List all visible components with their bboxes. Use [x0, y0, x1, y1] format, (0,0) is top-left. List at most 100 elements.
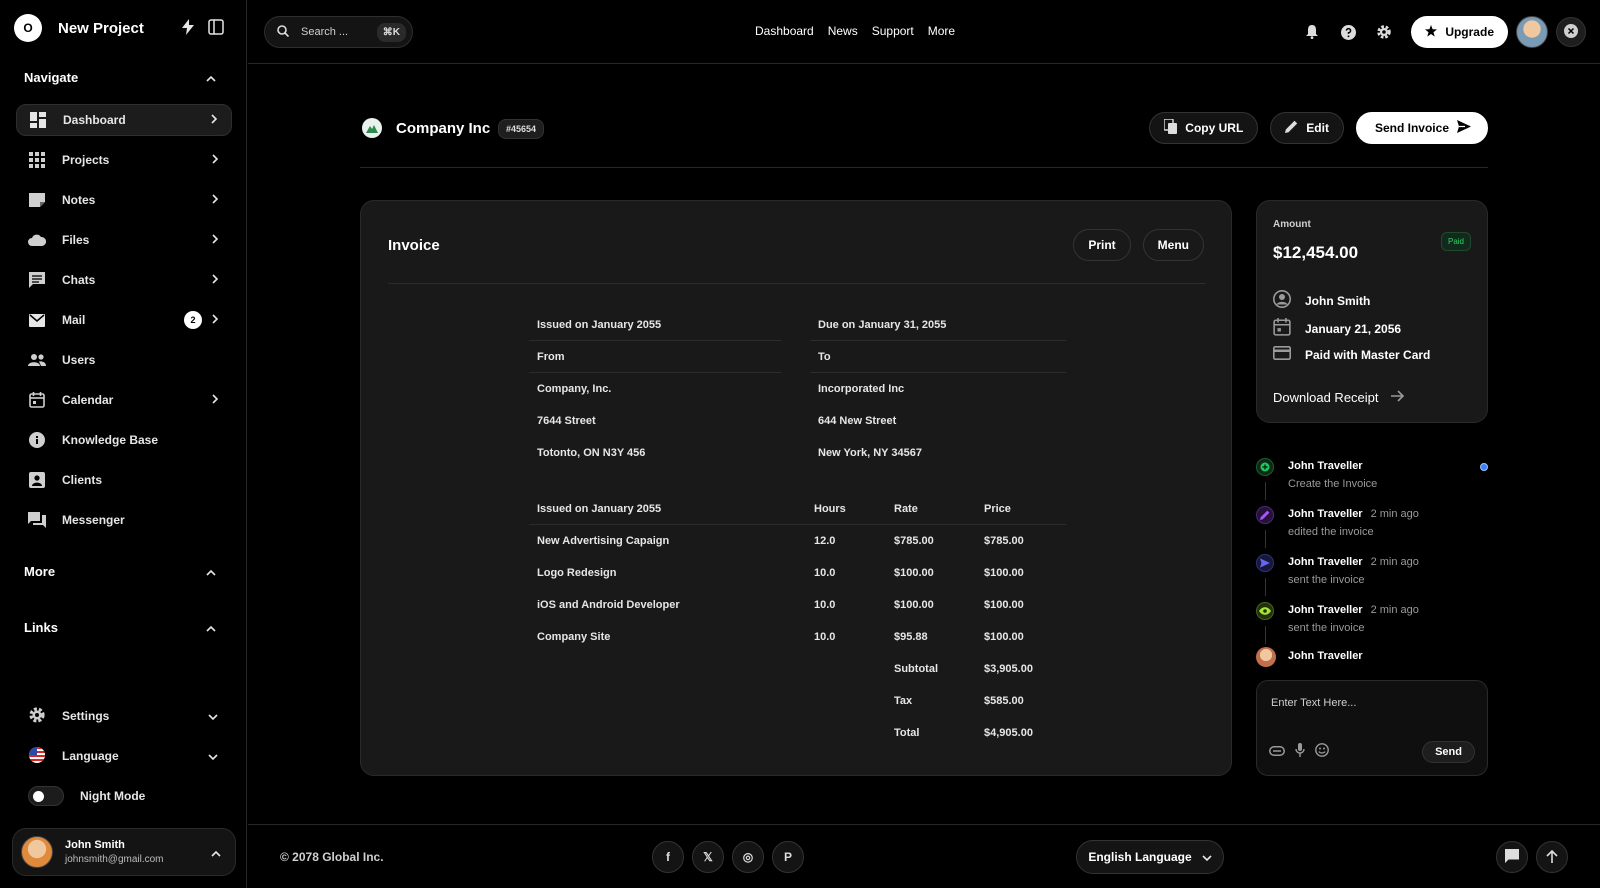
payer-row: John Smith [1273, 290, 1370, 311]
calendar-icon [1273, 318, 1291, 339]
language-menu[interactable]: Language [28, 744, 218, 768]
more-label: More [24, 564, 56, 579]
instagram-icon[interactable]: ◎ [732, 841, 764, 873]
copy-url-label: Copy URL [1185, 121, 1244, 135]
row-rate: $785.00 [894, 535, 934, 547]
brand: O New Project [14, 14, 224, 42]
print-button[interactable]: Print [1073, 229, 1131, 261]
comment-input[interactable] [1271, 697, 1471, 709]
chevron-right-icon [212, 193, 219, 207]
search-shortcut: ⌘K [376, 22, 406, 42]
divider [810, 340, 1066, 341]
pinterest-icon[interactable]: P [772, 841, 804, 873]
arrow-right-icon [1390, 390, 1405, 405]
invoice-title: Invoice [388, 237, 440, 254]
top-nav-more[interactable]: More [928, 24, 955, 38]
row-hours: 12.0 [814, 535, 836, 547]
avatar[interactable] [1516, 16, 1548, 48]
more-section-header[interactable]: More [24, 564, 216, 579]
activity-item: John Traveller 2 min ago edited the invoi… [1256, 506, 1488, 548]
chevron-up-icon [206, 70, 216, 85]
language-select[interactable]: English Language [1076, 840, 1224, 874]
status-badge: Paid [1440, 232, 1471, 251]
sidebar-item-chats[interactable]: Chats [16, 264, 232, 296]
gear-icon [28, 706, 46, 727]
sidebar-toggle-icon[interactable] [208, 18, 224, 38]
amount-card: Amount $12,454.00 Paid John Smith Januar… [1256, 200, 1488, 423]
scroll-top-button[interactable] [1536, 841, 1568, 873]
send-invoice-button[interactable]: Send Invoice [1355, 112, 1488, 144]
emoji-icon[interactable] [1315, 743, 1329, 760]
bell-icon[interactable] [1301, 21, 1323, 43]
sidebar-item-clients[interactable]: Clients [16, 464, 232, 496]
menu-button[interactable]: Menu [1142, 229, 1204, 261]
attachment-icon[interactable] [1269, 744, 1285, 759]
row-item: Company Site [537, 631, 611, 643]
copyright: © 2078 Global Inc. [280, 850, 384, 864]
activity-item: John Traveller [1256, 647, 1488, 670]
search-box[interactable]: Search ... ⌘K [264, 16, 413, 48]
top-nav-dashboard[interactable]: Dashboard [755, 24, 814, 38]
user-profile-card[interactable]: John Smith johnsmith@gmail.com [12, 828, 236, 876]
night-mode-row: Night Mode [28, 784, 218, 808]
comment-composer: Send [1256, 680, 1488, 776]
chevron-right-icon [212, 393, 219, 407]
top-nav-support[interactable]: Support [872, 24, 914, 38]
search-icon [277, 24, 290, 40]
sidebar-item-messenger[interactable]: Messenger [16, 504, 232, 536]
links-section-header[interactable]: Links [24, 620, 216, 635]
column-header-rate: Rate [894, 503, 918, 515]
sidebar-item-users[interactable]: Users [16, 344, 232, 376]
sidebar-item-files[interactable]: Files [16, 224, 232, 256]
gear-icon[interactable] [1373, 21, 1395, 43]
avatar [1256, 647, 1276, 667]
sidebar-item-label: Users [62, 353, 96, 367]
arrow-up-icon [1546, 849, 1558, 866]
x-twitter-icon[interactable]: 𝕏 [692, 841, 724, 873]
chat-button[interactable] [1496, 841, 1528, 873]
help-icon[interactable] [1337, 21, 1359, 43]
send-comment-button[interactable]: Send [1422, 741, 1475, 763]
unread-dot [1480, 463, 1488, 471]
settings-label: Settings [62, 709, 110, 723]
sidebar-item-label: Files [62, 233, 90, 247]
upgrade-label: Upgrade [1445, 25, 1494, 39]
sidebar-item-projects[interactable]: Projects [16, 144, 232, 176]
night-mode-label: Night Mode [80, 789, 146, 803]
topbar: Search ... ⌘K Dashboard News Support Mor… [248, 0, 1600, 64]
mail-icon [28, 311, 46, 329]
chevron-up-icon [206, 620, 216, 635]
top-nav-news[interactable]: News [828, 24, 858, 38]
row-rate: $95.88 [894, 631, 928, 643]
sidebar-item-mail[interactable]: Mail 2 [16, 304, 232, 336]
timeline-connector [1265, 530, 1266, 548]
copy-url-button[interactable]: Copy URL [1149, 112, 1259, 144]
sidebar-item-dashboard[interactable]: Dashboard [16, 104, 232, 136]
download-receipt-label: Download Receipt [1273, 390, 1379, 405]
close-button[interactable] [1556, 17, 1586, 47]
app-logo[interactable]: O [14, 14, 42, 42]
download-receipt-link[interactable]: Download Receipt [1273, 390, 1405, 405]
night-mode-toggle[interactable] [28, 786, 64, 806]
info-icon [28, 431, 46, 449]
sidebar-item-calendar[interactable]: Calendar [16, 384, 232, 416]
chevron-right-icon [212, 313, 219, 327]
to-company: Incorporated Inc [818, 383, 905, 395]
row-price: $785.00 [984, 535, 1024, 547]
row-price: $100.00 [984, 599, 1024, 611]
invoice-card: Invoice Print Menu Issued on January 205… [360, 200, 1232, 776]
activity-user: John Traveller 2 min ago [1288, 556, 1419, 568]
bolt-icon[interactable] [182, 18, 194, 38]
send-invoice-label: Send Invoice [1374, 121, 1449, 135]
sidebar-item-notes[interactable]: Notes [16, 184, 232, 216]
upgrade-button[interactable]: Upgrade [1411, 16, 1508, 48]
edit-button[interactable]: Edit [1270, 112, 1344, 144]
settings-menu[interactable]: Settings [28, 704, 218, 728]
sidebar-item-label: Mail [62, 313, 86, 327]
to-city: New York, NY 34567 [818, 447, 922, 459]
facebook-icon[interactable]: f [652, 841, 684, 873]
microphone-icon[interactable] [1295, 743, 1305, 760]
activity-user: John Traveller [1288, 650, 1363, 662]
sidebar-item-knowledge-base[interactable]: Knowledge Base [16, 424, 232, 456]
navigate-section-header[interactable]: Navigate [24, 70, 216, 85]
